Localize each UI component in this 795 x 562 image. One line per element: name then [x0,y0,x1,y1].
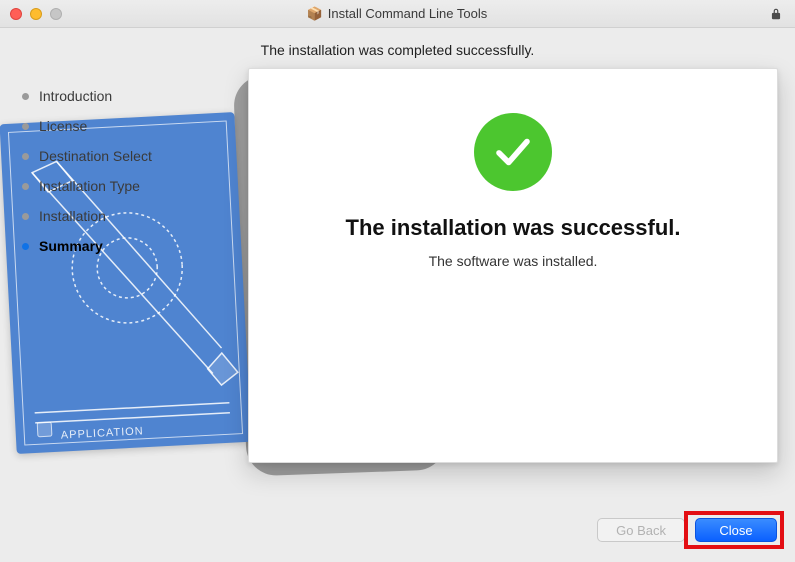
page-heading: The installation was completed successfu… [0,28,795,68]
footer: Go Back Close [0,498,795,562]
close-button[interactable]: Close [695,518,777,542]
success-check-icon [474,113,552,191]
success-subtitle: The software was installed. [429,253,598,269]
content-area: APPLICATION Introduction License Destina… [0,68,795,498]
close-window-button[interactable] [10,8,22,20]
summary-panel: The installation was successful. The sof… [248,68,778,463]
minimize-window-button[interactable] [30,8,42,20]
window-title-group: 📦 Install Command Line Tools [0,6,795,21]
step-introduction: Introduction [22,88,152,104]
success-title: The installation was successful. [346,215,681,241]
zoom-window-button [50,8,62,20]
traffic-lights [10,8,62,20]
step-license: License [22,118,152,134]
svg-text:APPLICATION: APPLICATION [61,425,144,441]
window-title: Install Command Line Tools [328,6,487,21]
step-installation: Installation [22,208,152,224]
installer-window: 📦 Install Command Line Tools The install… [0,0,795,562]
step-summary: Summary [22,238,152,254]
step-destination-select: Destination Select [22,148,152,164]
package-icon: 📦 [308,7,322,21]
step-installation-type: Installation Type [22,178,152,194]
installer-steps: Introduction License Destination Select … [22,88,152,268]
titlebar: 📦 Install Command Line Tools [0,0,795,28]
lock-icon [769,7,783,21]
go-back-button: Go Back [597,518,685,542]
